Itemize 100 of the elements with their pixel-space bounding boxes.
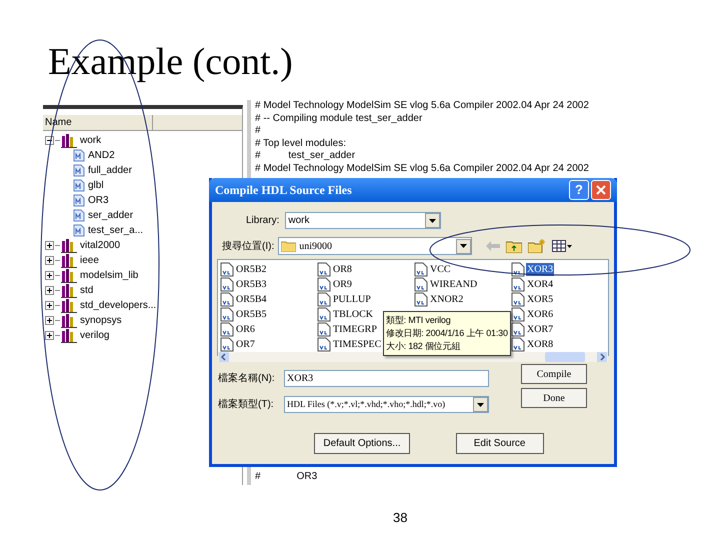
file-icon: [317, 322, 331, 337]
minus-icon: [46, 137, 53, 144]
file-name-label: 檔案名稱(N):: [218, 372, 276, 386]
tree-item[interactable]: work: [43, 133, 242, 148]
dropdown-button[interactable]: [473, 397, 488, 412]
new-folder-icon[interactable]: [528, 239, 546, 253]
library-books-icon: [61, 284, 77, 298]
file-icon: [317, 292, 331, 307]
library-combobox[interactable]: work: [285, 212, 442, 229]
file-item[interactable]: XOR7: [511, 322, 554, 337]
caret-icon: [460, 244, 468, 248]
scroll-right-icon[interactable]: [597, 352, 607, 362]
plus-icon: [46, 287, 53, 294]
console-line: #: [255, 125, 262, 138]
file-item[interactable]: OR5B2: [220, 262, 268, 277]
dropdown-button[interactable]: [425, 213, 440, 228]
file-icon: [511, 337, 525, 352]
file-item[interactable]: OR5B4: [220, 292, 268, 307]
file-type-label: 檔案類型(T):: [218, 398, 275, 412]
file-icon: [511, 277, 525, 292]
file-name-field[interactable]: XOR3: [284, 370, 489, 387]
caret-icon: [477, 402, 484, 406]
tooltip-line: 修改日期: 2004/1/16 上午 01:30: [386, 327, 508, 340]
tooltip-line: 大小: 182 個位元組: [386, 340, 462, 353]
file-item[interactable]: OR5B5: [220, 307, 268, 322]
file-icon: [317, 307, 331, 322]
expand-toggle[interactable]: [45, 331, 54, 340]
file-icon: [220, 277, 234, 292]
library-books-icon: [61, 134, 77, 148]
up-folder-icon[interactable]: [506, 240, 522, 252]
window-title: Compile HDL Source Files: [215, 182, 353, 199]
file-icon: [220, 262, 234, 277]
console-line: # Model Technology ModelSim SE vlog 5.6a Compiler 2002.04 Apr 24 2002: [255, 100, 590, 112]
look-in-combobox[interactable]: uni9000: [278, 237, 472, 255]
plus-icon: [46, 257, 53, 264]
file-item[interactable]: XNOR2: [414, 292, 464, 307]
console-line: #: [255, 470, 261, 484]
file-item[interactable]: OR8: [317, 262, 353, 277]
library-label: Library:: [246, 214, 280, 228]
dialog-button[interactable]: Default Options...: [314, 433, 410, 454]
file-icon: [317, 337, 331, 352]
file-item[interactable]: TIMESPEC: [317, 337, 382, 352]
expand-toggle[interactable]: [45, 271, 54, 280]
dialog-button[interactable]: Done: [521, 388, 587, 408]
file-item[interactable]: XOR8: [511, 337, 554, 352]
file-icon: [511, 292, 525, 307]
plus-icon: [46, 272, 53, 279]
dropdown-button[interactable]: [456, 238, 472, 254]
file-icon: [317, 277, 331, 292]
library-books-icon: [61, 238, 77, 252]
file-icon: [511, 262, 525, 277]
page-number: 38: [393, 509, 408, 527]
console-line: OR3: [296, 470, 318, 484]
file-item[interactable]: VCC: [414, 262, 452, 277]
file-item[interactable]: XOR5: [511, 292, 554, 307]
library-books-icon: [61, 268, 77, 282]
console-line: # Model Technology ModelSim SE vlog 5.6a Compiler 2002.04 Apr 24 2002: [255, 162, 590, 175]
library-books-icon: [61, 298, 77, 312]
expand-toggle[interactable]: [45, 316, 54, 325]
file-item[interactable]: OR7: [220, 337, 256, 352]
plus-icon: [46, 332, 53, 339]
file-type-combobox[interactable]: HDL Files (*.v;*.vl;*.vhd;*.vho;*.hdl;*.vo): [284, 396, 489, 413]
plus-icon: [46, 302, 53, 309]
module-icon: [73, 164, 85, 177]
dialog-button[interactable]: Edit Source: [456, 433, 544, 454]
file-item[interactable]: XOR6: [511, 307, 554, 322]
tree-item[interactable]: test_ser_a...: [43, 223, 242, 238]
file-item[interactable]: OR6: [220, 322, 256, 337]
file-item[interactable]: WIREAND: [414, 277, 478, 292]
caret-icon: [429, 218, 436, 222]
tree-item[interactable]: AND2: [43, 148, 242, 163]
file-icon: [220, 292, 234, 307]
library-books-icon: [61, 254, 77, 268]
file-item[interactable]: TIMEGRP: [317, 322, 378, 337]
file-icon: [414, 277, 428, 292]
dialog-button[interactable]: Compile: [521, 364, 587, 384]
file-icon: [414, 262, 428, 277]
close-button[interactable]: [591, 180, 611, 200]
file-item[interactable]: XOR4: [511, 277, 554, 292]
expand-toggle[interactable]: [45, 256, 54, 265]
file-item[interactable]: TBLOCK: [317, 307, 374, 322]
file-item[interactable]: OR5B3: [220, 277, 268, 292]
file-icon: [511, 322, 525, 337]
plus-icon: [46, 317, 53, 324]
tree-item[interactable]: ser_adder: [43, 208, 242, 223]
help-button[interactable]: ?: [569, 180, 589, 200]
folder-icon: [281, 240, 296, 252]
expand-toggle[interactable]: [45, 301, 54, 310]
module-icon: [73, 179, 85, 192]
module-icon: [73, 149, 85, 162]
expand-toggle[interactable]: [45, 286, 54, 295]
tree-item[interactable]: full_adder: [43, 163, 242, 178]
file-item[interactable]: OR9: [317, 277, 353, 292]
file-item[interactable]: PULLUP: [317, 292, 372, 307]
file-icon: [317, 262, 331, 277]
view-menu-icon[interactable]: [552, 240, 572, 252]
scroll-left-icon[interactable]: [219, 352, 229, 362]
scrollbar-thumb[interactable]: [545, 352, 585, 362]
expand-toggle[interactable]: [45, 241, 54, 250]
tooltip-line: 類型: MTI verilog: [386, 314, 452, 327]
